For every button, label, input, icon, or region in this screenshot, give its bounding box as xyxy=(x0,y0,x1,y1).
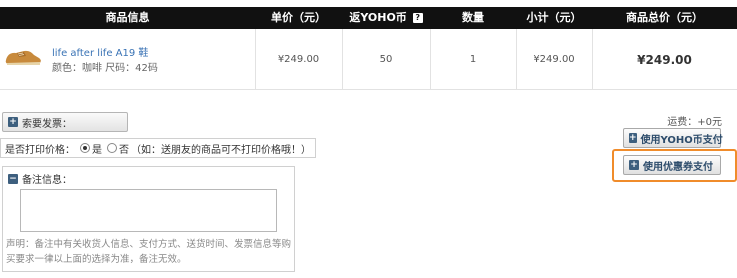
use-coupon-button[interactable]: + 使用优惠券支付 xyxy=(623,155,721,175)
header-unit-price: 单价（元） xyxy=(271,11,326,24)
plus-square-icon: + xyxy=(629,133,637,143)
table-row: life after life A19 鞋 颜色：咖啡 尺码：42码 ¥249.… xyxy=(0,29,737,90)
header-yoho-coin-label: 返YOHO币 xyxy=(349,11,407,24)
cell-unit-price: ¥249.00 xyxy=(277,54,320,65)
print-price-yes-label[interactable]: 是 xyxy=(92,141,102,156)
header-yoho-coin: 返YOHO币 ? xyxy=(342,7,430,29)
order-table: 商品信息 单价（元） 返YOHO币 ? 数量 小计（元） 商品总价（元） lif… xyxy=(0,7,737,90)
print-price-option: 是否打印价格： 是 否 （如：送朋友的商品可不打印价格哦！） xyxy=(0,138,316,158)
use-coupon-label: 使用优惠券支付 xyxy=(643,161,713,173)
product-thumbnail[interactable] xyxy=(4,42,42,70)
remark-textarea[interactable] xyxy=(20,189,277,232)
remark-title-label: 备注信息： xyxy=(22,175,72,186)
invoice-toggle-button[interactable]: + 索要发票： xyxy=(2,112,128,132)
product-name-link[interactable]: life after life A19 鞋 xyxy=(52,44,148,59)
shipping-fee: 运费：+0元 xyxy=(667,113,722,128)
print-price-yes-radio[interactable] xyxy=(80,143,90,153)
remark-section: − 备注信息： 声明：备注中有关收货人信息、支付方式、送货时间、发票信息等购买要… xyxy=(2,166,295,272)
remark-title[interactable]: − 备注信息： xyxy=(8,171,72,186)
header-subtotal: 小计（元） xyxy=(526,11,582,24)
print-price-no-radio[interactable] xyxy=(107,143,117,153)
cell-yoho-coin: 50 xyxy=(379,54,393,65)
cell-quantity: 1 xyxy=(469,54,477,65)
product-attributes: 颜色：咖啡 尺码：42码 xyxy=(52,63,158,74)
use-yoho-coin-label: 使用YOHO币支付 xyxy=(640,134,723,146)
shipping-value: +0元 xyxy=(697,117,722,128)
invoice-label: 索要发票： xyxy=(22,118,72,130)
help-icon[interactable]: ? xyxy=(412,13,423,23)
shipping-label: 运费： xyxy=(667,117,698,128)
header-total: 商品总价（元） xyxy=(626,11,703,24)
header-product-info: 商品信息 xyxy=(105,11,150,24)
plus-square-icon: + xyxy=(8,117,18,127)
plus-square-icon: + xyxy=(629,160,639,170)
print-price-no-label[interactable]: 否 xyxy=(119,141,129,156)
remark-disclaimer: 声明：备注中有关收货人信息、支付方式、送货时间、发票信息等购买要求一律以上面的选… xyxy=(6,239,292,265)
print-price-label: 是否打印价格： xyxy=(5,144,75,156)
cell-subtotal: ¥249.00 xyxy=(533,54,575,65)
minus-square-icon: − xyxy=(8,173,18,184)
use-yoho-coin-button[interactable]: + 使用YOHO币支付 xyxy=(623,128,723,148)
header-quantity: 数量 xyxy=(462,11,484,24)
print-price-hint: （如：送朋友的商品可不打印价格哦！） xyxy=(131,144,311,156)
cell-total: ¥249.00 xyxy=(637,52,692,67)
table-header: 商品信息 单价（元） 返YOHO币 ? 数量 小计（元） 商品总价（元） xyxy=(0,7,737,29)
